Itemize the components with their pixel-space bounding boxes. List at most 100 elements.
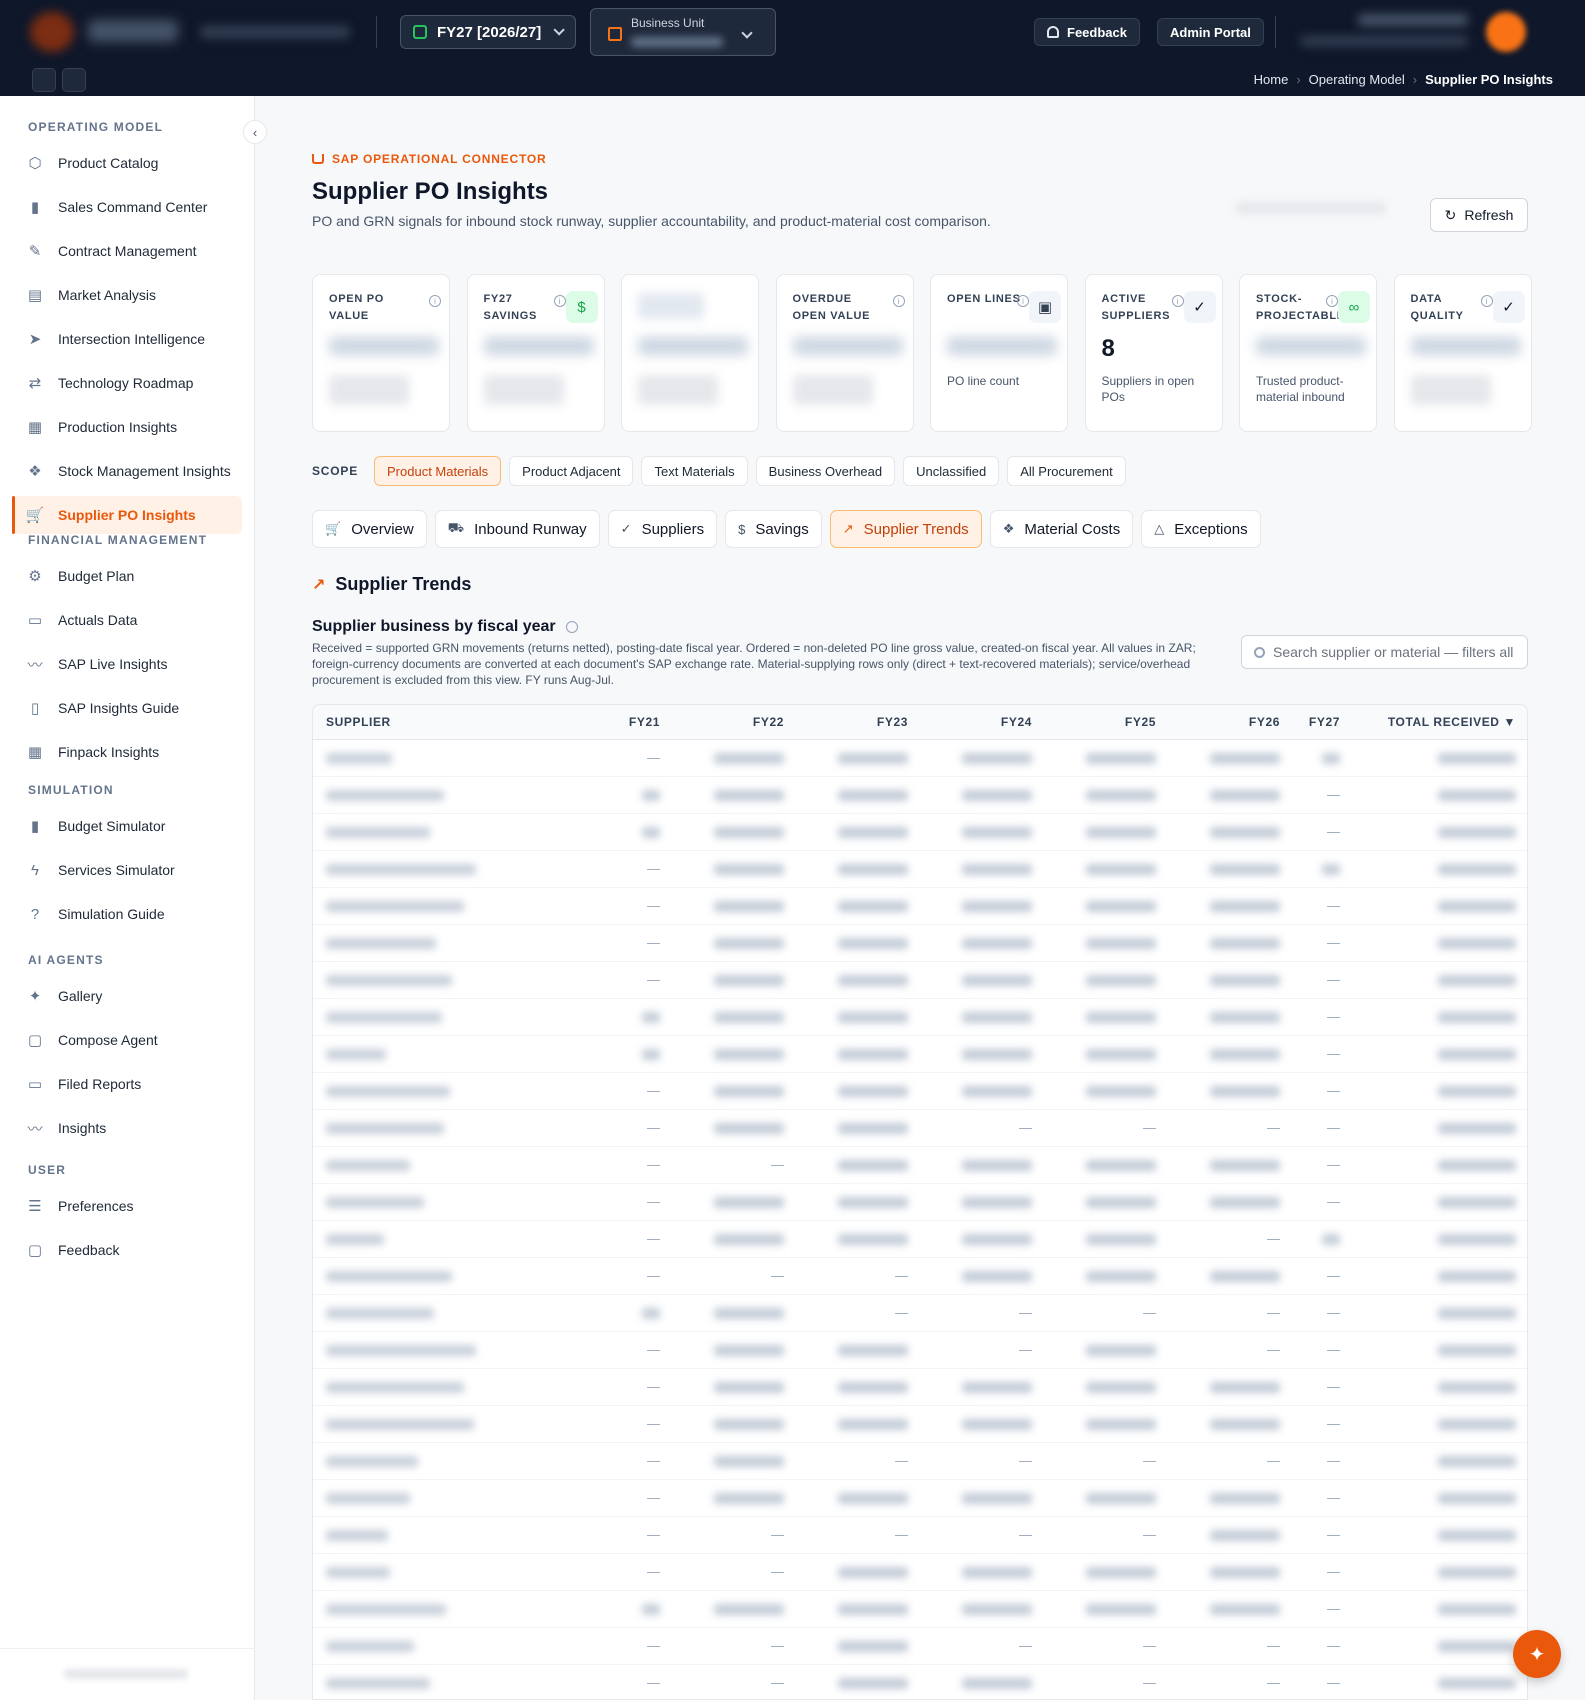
table-row[interactable]: — <box>313 1590 1527 1628</box>
info-icon[interactable]: i <box>892 295 905 307</box>
sidebar-item-actuals-data[interactable]: ▭ Actuals Data <box>12 601 242 639</box>
kpi-card[interactable]: ACTIVE SUPPLIERS i ✓ 8 Suppliers in open POs <box>1084 274 1223 432</box>
ai-assistant-button[interactable]: ✦ <box>1513 1630 1561 1678</box>
tab-overview[interactable]: 🛒 Overview <box>312 510 427 548</box>
table-row[interactable]: — — <box>313 1183 1527 1221</box>
tab-savings[interactable]: $ Savings <box>725 510 822 548</box>
sidebar-item-compose-agent[interactable]: ▢ Compose Agent <box>12 1021 242 1059</box>
table-row[interactable]: — — <box>313 1479 1527 1517</box>
table-row[interactable]: — — — — — — <box>313 1442 1527 1480</box>
value-cell <box>1045 1553 1169 1591</box>
table-row[interactable]: — <box>313 1035 1527 1073</box>
table-row[interactable]: — — <box>313 961 1527 999</box>
feedback-button[interactable]: Feedback <box>1034 18 1140 46</box>
business-unit-select[interactable]: Business Unit <box>590 8 776 56</box>
admin-portal-button[interactable]: Admin Portal <box>1157 18 1264 46</box>
sidebar-item-contract-management[interactable]: ✎ Contract Management <box>12 232 242 270</box>
toolbar-square-button[interactable] <box>32 68 56 92</box>
sidebar-item-supplier-po-insights[interactable]: 🛒 Supplier PO Insights <box>12 496 242 534</box>
sidebar-item-feedback[interactable]: ▢ Feedback <box>12 1231 242 1269</box>
table-row[interactable]: — — — — — <box>313 1294 1527 1332</box>
sidebar-item-budget-plan[interactable]: ⚙ Budget Plan <box>12 557 242 595</box>
tab-inbound-runway[interactable]: ⛟ Inbound Runway <box>434 510 600 548</box>
sidebar-section-title: AI AGENTS <box>28 953 104 967</box>
tab-suppliers[interactable]: ✓ Suppliers <box>607 510 718 548</box>
sidebar-item-sales-command-center[interactable]: ▮ Sales Command Center <box>12 188 242 226</box>
sidebar-item-product-catalog[interactable]: ⬡ Product Catalog <box>12 144 242 182</box>
tab-material-costs[interactable]: ❖ Material Costs <box>989 510 1134 548</box>
table-row[interactable]: — <box>313 998 1527 1036</box>
breadcrumb-operating-model[interactable]: Operating Model <box>1309 72 1405 87</box>
table-row[interactable]: — — — — <box>313 1257 1527 1295</box>
sidebar-item-services-simulator[interactable]: ϟ Services Simulator <box>12 851 242 889</box>
table-row[interactable]: — — — — — — <box>313 1627 1527 1665</box>
info-icon[interactable]: i <box>1326 295 1338 307</box>
info-icon[interactable]: i <box>1480 295 1493 307</box>
sidebar-item-insights[interactable]: 〰 Insights <box>12 1109 242 1147</box>
value-cell: — <box>797 1257 921 1295</box>
info-icon[interactable]: i <box>1171 295 1184 307</box>
sidebar-item-intersection-intelligence[interactable]: ➤ Intersection Intelligence <box>12 320 242 358</box>
table-row[interactable]: — — <box>313 1072 1527 1110</box>
sidebar-item-sap-live-insights[interactable]: 〰 SAP Live Insights <box>12 645 242 683</box>
info-icon[interactable]: i <box>429 295 441 307</box>
value-cell: — <box>1293 961 1353 999</box>
sidebar-item-filed-reports[interactable]: ▭ Filed Reports <box>12 1065 242 1103</box>
table-row[interactable]: — — <box>313 1405 1527 1443</box>
table-row[interactable]: — — — — — <box>313 1109 1527 1147</box>
fiscal-year-select[interactable]: FY27 [2026/27] <box>400 15 576 49</box>
sidebar-item-market-analysis[interactable]: ▤ Market Analysis <box>12 276 242 314</box>
sidebar-item-production-insights[interactable]: ▦ Production Insights <box>12 408 242 446</box>
sidebar-item-simulation-guide[interactable]: ? Simulation Guide <box>12 895 242 933</box>
sidebar-item-gallery[interactable]: ✦ Gallery <box>12 977 242 1015</box>
supplier-name-cell <box>313 887 613 925</box>
value-cell <box>673 1220 797 1258</box>
avatar[interactable] <box>1486 12 1526 52</box>
sidebar-item-sap-insights-guide[interactable]: ▯ SAP Insights Guide <box>12 689 242 727</box>
scope-chip-business-overhead[interactable]: Business Overhead <box>755 456 896 486</box>
table-row[interactable]: — — <box>313 924 1527 962</box>
value-cell <box>1045 1257 1169 1295</box>
refresh-button[interactable]: ↻ Refresh <box>1430 198 1528 232</box>
table-row[interactable]: — — <box>313 1368 1527 1406</box>
scope-chip-unclassified[interactable]: Unclassified <box>903 456 1000 486</box>
kpi-card[interactable]: OPEN LINES i ▣ PO line count <box>930 274 1068 432</box>
table-row[interactable]: — <box>313 850 1527 888</box>
table-row[interactable]: — <box>313 776 1527 814</box>
scope-chip-product-adjacent[interactable]: Product Adjacent <box>509 456 634 486</box>
kpi-card[interactable] <box>621 274 759 432</box>
info-icon[interactable]: i <box>1017 295 1029 307</box>
tab-exceptions[interactable]: △ Exceptions <box>1141 510 1261 548</box>
kpi-card[interactable]: OPEN PO VALUE i <box>312 274 450 432</box>
sidebar-item-preferences[interactable]: ☰ Preferences <box>12 1187 242 1225</box>
sidebar-item-finpack-insights[interactable]: ▦ Finpack Insights <box>12 733 242 771</box>
kpi-card[interactable]: STOCK-PROJECTABLE i ∞ Trusted product-mater… <box>1239 274 1377 432</box>
table-row[interactable]: — — <box>313 1220 1527 1258</box>
column-header-total-received[interactable]: TOTAL RECEIVED ▼ <box>1353 705 1527 740</box>
table-row[interactable]: — — — — <box>313 1331 1527 1369</box>
table-row[interactable]: — — — <box>313 1146 1527 1184</box>
kpi-card[interactable]: OVERDUE OPEN VALUE i <box>775 274 914 432</box>
table-row[interactable]: — <box>313 739 1527 777</box>
table-row[interactable]: — — — — — <box>313 1664 1527 1699</box>
kpi-card[interactable]: DATA QUALITY i ✓ <box>1393 274 1532 432</box>
scope-chip-all-procurement[interactable]: All Procurement <box>1007 456 1126 486</box>
logo-mark[interactable] <box>30 12 74 52</box>
info-icon[interactable]: i <box>553 295 566 307</box>
breadcrumb-home[interactable]: Home <box>1254 72 1289 87</box>
kpi-card[interactable]: FY27 SAVINGS i $ <box>466 274 605 432</box>
table-row[interactable]: — — <box>313 887 1527 925</box>
info-icon[interactable] <box>565 621 578 633</box>
tab-supplier-trends[interactable]: ↗ Supplier Trends <box>829 510 982 548</box>
scope-chip-text-materials[interactable]: Text Materials <box>641 456 748 486</box>
table-row[interactable]: — — — <box>313 1553 1527 1591</box>
sidebar-item-label: SAP Insights Guide <box>58 700 180 716</box>
search-input[interactable] <box>1273 644 1523 660</box>
sidebar-item-technology-roadmap[interactable]: ⇄ Technology Roadmap <box>12 364 242 402</box>
toolbar-square-button[interactable] <box>62 68 86 92</box>
table-row[interactable]: — <box>313 813 1527 851</box>
sidebar-item-budget-simulator[interactable]: ▮ Budget Simulator <box>12 807 242 845</box>
sidebar-item-stock-management-insights[interactable]: ❖ Stock Management Insights <box>12 452 242 490</box>
table-row[interactable]: — — — — — — <box>313 1516 1527 1554</box>
scope-chip-product-materials[interactable]: Product Materials <box>374 456 502 486</box>
